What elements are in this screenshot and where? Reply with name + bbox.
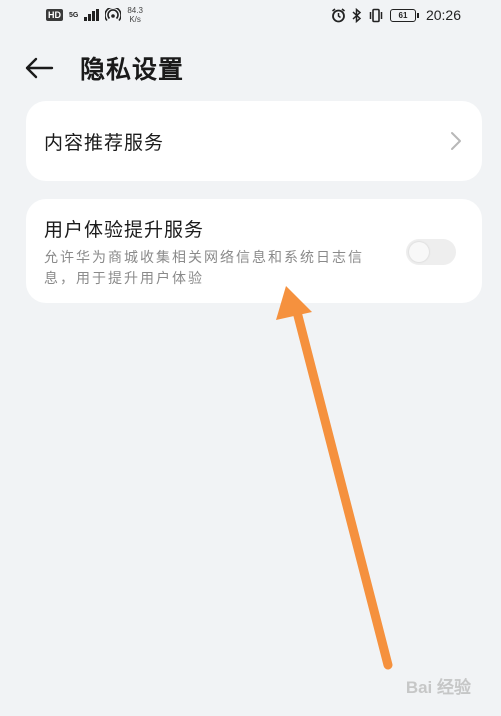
alarm-icon <box>331 7 345 22</box>
user-experience-toggle[interactable] <box>406 239 456 265</box>
back-arrow-icon <box>25 57 54 79</box>
clock: 20:26 <box>425 7 461 23</box>
page-title: 隐私设置 <box>80 55 185 84</box>
toggle-knob <box>409 242 429 262</box>
user-experience-label: 用户体验提升服务 <box>44 219 205 241</box>
network-speed: 84.3 K/s <box>127 6 143 24</box>
battery-icon: 61 <box>389 8 419 22</box>
vibrate-icon <box>369 8 383 22</box>
page-header: 隐私设置 <box>0 46 501 90</box>
hotspot-icon <box>105 8 122 22</box>
content-recommendation-item[interactable]: 内容推荐服务 <box>26 101 482 181</box>
status-bar: HD 5G 84.3 K/s 61 20:26 <box>0 0 501 30</box>
user-experience-description: 允许华为商城收集相关网络信息和系统日志信息，用于提升用户体验 <box>44 250 364 287</box>
back-button[interactable] <box>22 51 56 85</box>
signal-icon <box>84 9 100 21</box>
status-left: HD 5G 84.3 K/s <box>46 6 143 24</box>
bluetooth-icon <box>352 7 362 23</box>
user-experience-item: 用户体验提升服务 允许华为商城收集相关网络信息和系统日志信息，用于提升用户体验 <box>26 199 482 303</box>
chevron-right-icon <box>451 132 461 150</box>
network-type: 5G <box>69 11 79 19</box>
hd-badge: HD <box>46 9 63 21</box>
content-recommendation-label: 内容推荐服务 <box>44 131 165 154</box>
watermark-logo: Bai 经验 <box>405 678 471 697</box>
status-right: 61 20:26 <box>331 7 461 23</box>
